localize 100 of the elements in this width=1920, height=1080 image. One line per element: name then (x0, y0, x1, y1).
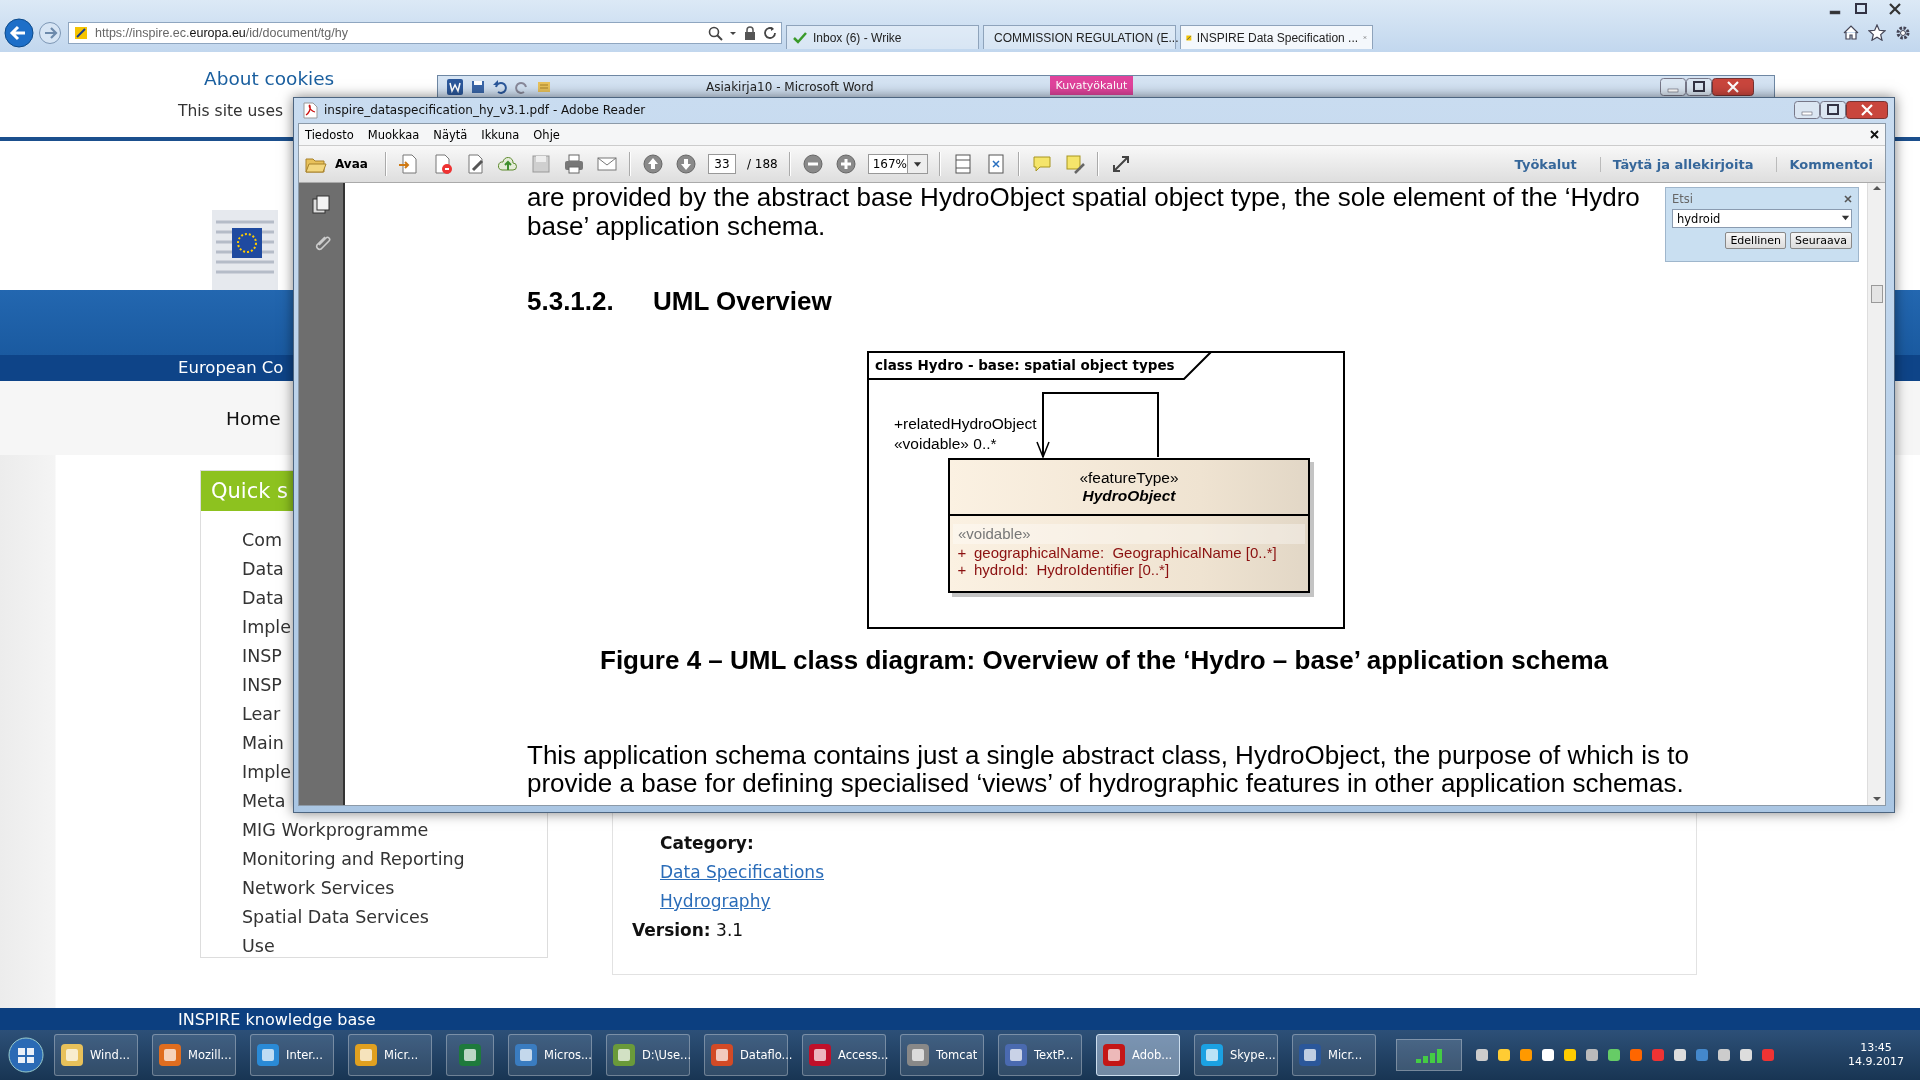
close-button[interactable] (1712, 78, 1754, 96)
find-button[interactable]: Edellinen (1725, 232, 1786, 249)
sidebar-link[interactable]: Main (242, 729, 284, 758)
menu-item[interactable]: Näytä (433, 127, 468, 142)
menu-item[interactable]: Ikkuna (481, 127, 520, 142)
arrow-up-icon[interactable] (641, 153, 664, 175)
tray-icon[interactable] (1606, 1047, 1622, 1063)
taskbar-button[interactable]: Access... (802, 1034, 886, 1076)
app-icon (1200, 1043, 1224, 1067)
redo-icon[interactable] (514, 79, 530, 95)
dropdown-icon[interactable] (907, 154, 928, 174)
cookies-link[interactable]: About cookies (204, 68, 335, 90)
tray-icon[interactable] (1474, 1047, 1490, 1063)
arrow-down-icon[interactable] (674, 153, 697, 175)
app-icon (458, 1043, 482, 1067)
sidebar-link[interactable]: INSP (242, 671, 282, 700)
category-link[interactable]: Hydrography (660, 887, 771, 916)
open-button[interactable]: Avaa (305, 154, 374, 174)
taskbar-button[interactable]: Inter... (250, 1034, 334, 1076)
browser-tab[interactable]: Inbox (6) - Wrike (786, 25, 979, 49)
tray-icon[interactable] (1562, 1047, 1578, 1063)
close-button[interactable] (1846, 101, 1888, 119)
taskbar-button[interactable]: Micr... (1292, 1034, 1376, 1076)
nav-link[interactable]: Home (226, 407, 281, 429)
word-icon[interactable] (446, 78, 464, 96)
category-link[interactable]: Data Specifications (660, 858, 824, 887)
taskbar-button[interactable]: Micr... (348, 1034, 432, 1076)
tray-icon[interactable] (1496, 1047, 1512, 1063)
multiplicity-label: «voidable» 0..* (894, 435, 997, 453)
taskbar-button[interactable]: Tomcat (900, 1034, 984, 1076)
page-number-field[interactable]: 33 (707, 154, 736, 174)
body-paragraph: are provided by the abstract base HydroObject spatial object type, the sole element of the ‘Hydro base’ application schema. (527, 183, 1640, 241)
zoom-in-icon[interactable] (834, 153, 857, 175)
start-button[interactable] (8, 1037, 44, 1073)
sidebar-link[interactable]: Monitoring and Reporting (242, 845, 465, 874)
refresh-icon[interactable] (763, 26, 777, 40)
sidebar-link[interactable]: MIG Workprogramme (242, 816, 429, 845)
clock-time[interactable]: 13:45 (1848, 1041, 1904, 1055)
sidebar-link[interactable]: Data (242, 584, 284, 613)
address-field[interactable]: https://inspire.ec.europa.eu/id/document/tg/hy (68, 22, 782, 44)
context-tab[interactable]: Kuvatyökalut (1049, 76, 1134, 95)
maximize-button[interactable] (1820, 101, 1846, 119)
app-icon (256, 1043, 280, 1067)
sidebar-link[interactable]: Network Services (242, 874, 395, 903)
app-icon (514, 1043, 538, 1067)
print-icon[interactable] (562, 153, 585, 175)
sidebar-link[interactable]: Spatial Data Services (242, 903, 429, 932)
taskbar-button[interactable]: D:\Use... (606, 1034, 690, 1076)
taskbar-button[interactable] (446, 1034, 494, 1076)
pages-icon[interactable] (311, 195, 331, 215)
maximize-button[interactable] (1686, 78, 1712, 96)
browser-tab[interactable]: INSPIRE Data Specification ... (1180, 25, 1373, 49)
close-icon[interactable] (1870, 130, 1879, 139)
sidebar-link[interactable]: Data (242, 555, 284, 584)
taskbar-button[interactable]: Mozill... (152, 1034, 236, 1076)
zoom-out-icon[interactable] (801, 153, 824, 175)
tray-icon[interactable] (1716, 1047, 1732, 1063)
find-button[interactable]: Seuraava (1790, 232, 1852, 249)
url-text[interactable]: https://inspire.ec.europa.eu/id/document/tg/hy (95, 26, 348, 40)
sidebar-link[interactable]: Imple (242, 613, 291, 642)
star-icon[interactable] (1868, 24, 1886, 41)
tray-icon[interactable] (1672, 1047, 1688, 1063)
menu-item[interactable]: Ohje (533, 127, 560, 142)
back-button[interactable] (4, 18, 34, 48)
scrollbar-thumb[interactable] (1870, 285, 1883, 303)
undo-icon[interactable] (492, 79, 508, 95)
tray-icon[interactable] (1738, 1047, 1754, 1063)
sidebar-link[interactable]: INSP (242, 642, 282, 671)
minimize-button[interactable] (1660, 78, 1686, 96)
settings-icon[interactable] (1894, 24, 1912, 42)
panel-link[interactable]: Työkalut (1502, 156, 1589, 172)
clock-date[interactable]: 14.9.2017 (1848, 1055, 1904, 1069)
taskbar-button[interactable]: Micros... (508, 1034, 592, 1076)
sidebar-link[interactable]: Lear (242, 700, 281, 729)
tray-icon[interactable] (1540, 1047, 1556, 1063)
diagram-title: class Hydro - base: spatial object types (875, 357, 1175, 373)
visibility-mark: + (956, 544, 968, 561)
panel-link[interactable]: Täytä ja allekirjoita (1599, 156, 1766, 172)
menu-item[interactable]: Muokkaa (367, 127, 420, 142)
document-arrow-icon[interactable] (397, 153, 420, 175)
forward-button[interactable] (38, 21, 62, 45)
taskbar-button[interactable]: Wind... (54, 1034, 138, 1076)
save-icon[interactable] (470, 79, 486, 95)
sidebar-link[interactable]: Use (242, 932, 275, 961)
menu-item[interactable]: Tiedosto (305, 127, 354, 142)
sidebar-link[interactable]: Meta (242, 787, 286, 816)
search-icon[interactable] (708, 25, 723, 41)
taskbar-button[interactable]: TextP... (998, 1034, 1082, 1076)
panel-link[interactable]: Kommentoi (1776, 156, 1885, 172)
app-icon (1102, 1043, 1126, 1067)
browser-tab[interactable]: COMMISSION REGULATION (E... (983, 25, 1176, 49)
home-icon[interactable] (1842, 24, 1860, 41)
category-label: Category: (660, 832, 754, 855)
tray-icon[interactable] (1584, 1047, 1600, 1063)
sidebar-link[interactable]: Imple (242, 758, 291, 787)
tray-icon[interactable] (1518, 1047, 1534, 1063)
zoom-field[interactable]: 167% (867, 154, 908, 174)
note-icon[interactable] (1063, 153, 1086, 175)
sidebar-link[interactable]: Com (242, 526, 282, 555)
taskbar-button[interactable]: Skype... (1194, 1034, 1278, 1076)
